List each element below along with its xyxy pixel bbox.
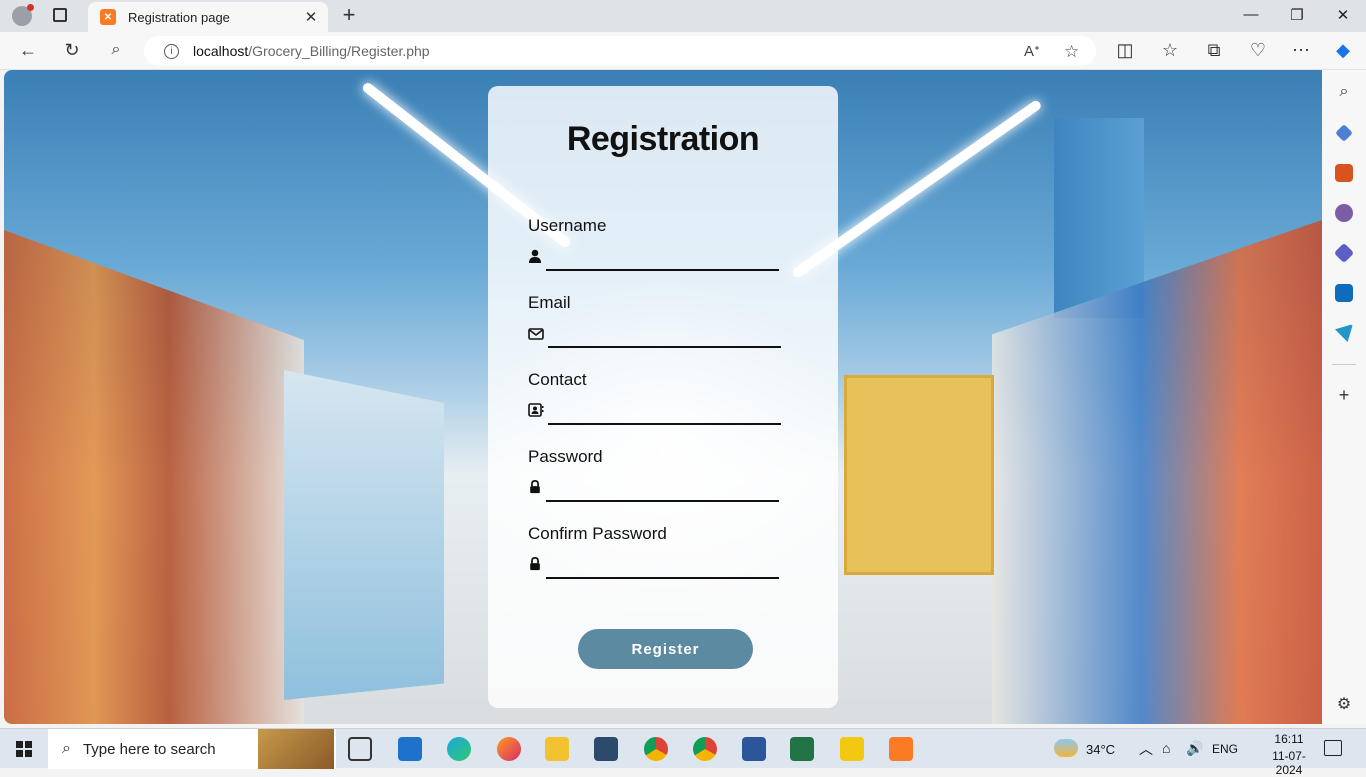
shopping-tag-icon[interactable] bbox=[1335, 124, 1353, 142]
minimize-button[interactable]: — bbox=[1241, 6, 1261, 23]
search-icon: ⌕ bbox=[62, 740, 71, 757]
browser-essentials-icon[interactable]: ♡ bbox=[1247, 40, 1269, 60]
notifications-icon[interactable] bbox=[1324, 740, 1342, 756]
address-toolbar: ← ↻ ⌕ i localhost/Grocery_Billing/Regist… bbox=[0, 32, 1366, 70]
display-stand bbox=[284, 370, 444, 700]
register-button[interactable]: Register bbox=[578, 629, 753, 669]
confirm-password-input[interactable] bbox=[548, 552, 778, 576]
lock-icon bbox=[530, 480, 540, 494]
clock-date[interactable]: 11-07-2024 bbox=[1262, 749, 1316, 777]
tab-registration[interactable]: ✕ Registration page ✕ bbox=[88, 2, 328, 32]
collections-icon[interactable]: ⧉ bbox=[1203, 40, 1225, 60]
edge-icon[interactable] bbox=[447, 737, 471, 761]
sidebar-search-icon[interactable]: ⌕ bbox=[1333, 82, 1355, 102]
chrome-profile-icon[interactable] bbox=[693, 737, 717, 761]
contact-label: Contact bbox=[528, 370, 587, 389]
site-info-icon[interactable]: i bbox=[164, 43, 179, 59]
email-input[interactable] bbox=[548, 321, 778, 345]
shelf-right bbox=[992, 220, 1322, 724]
password-label: Password bbox=[528, 447, 603, 466]
show-hidden-icons[interactable]: ︿ bbox=[1139, 739, 1153, 759]
start-button[interactable] bbox=[16, 741, 32, 757]
clock-time[interactable]: 16:11 bbox=[1262, 732, 1316, 746]
outlook-icon[interactable] bbox=[1335, 284, 1353, 302]
mail-icon[interactable] bbox=[398, 737, 422, 761]
power-bi-icon[interactable] bbox=[840, 737, 864, 761]
contact-card-icon bbox=[528, 403, 544, 417]
weather-icon[interactable] bbox=[1054, 739, 1078, 757]
split-screen-icon[interactable]: ◫ bbox=[1114, 40, 1136, 60]
add-sidebar-app-icon[interactable]: + bbox=[1333, 385, 1355, 405]
url-path: /Grocery_Billing/Register.php bbox=[248, 43, 430, 59]
address-bar[interactable]: i localhost/Grocery_Billing/Register.php… bbox=[144, 36, 1096, 66]
windows-taskbar: ⌕ Type here to search 34°C ︿ ⌂ 🔊 ENG 16:… bbox=[0, 728, 1366, 777]
copilot-icon[interactable]: ◆ bbox=[1332, 40, 1354, 60]
username-label: Username bbox=[528, 216, 607, 235]
page-title: Registration bbox=[566, 120, 760, 158]
restore-button[interactable]: ❐ bbox=[1287, 6, 1307, 24]
sidebar-settings-icon[interactable]: ⚙ bbox=[1333, 695, 1355, 715]
mysql-workbench-icon[interactable] bbox=[594, 737, 618, 761]
shelf-left bbox=[4, 230, 304, 724]
tab-strip: ✕ Registration page ✕ + — ❐ ✕ bbox=[0, 0, 1366, 32]
username-underline bbox=[546, 269, 779, 271]
password-input[interactable] bbox=[548, 475, 778, 499]
confirm-password-underline bbox=[546, 577, 779, 579]
xampp-icon: ✕ bbox=[100, 9, 116, 25]
close-window-button[interactable]: ✕ bbox=[1333, 6, 1353, 24]
new-tab-button[interactable]: + bbox=[338, 4, 360, 26]
registration-card: Registration Username Email Contact Pass… bbox=[488, 86, 838, 708]
lock-icon bbox=[530, 557, 540, 571]
user-icon bbox=[529, 249, 541, 263]
more-menu-icon[interactable]: ⋯ bbox=[1290, 40, 1312, 60]
firefox-icon[interactable] bbox=[497, 737, 521, 761]
task-view-icon[interactable] bbox=[348, 737, 372, 761]
password-underline bbox=[546, 500, 779, 502]
language-indicator[interactable]: ENG bbox=[1212, 742, 1238, 756]
refresh-icon[interactable]: ↻ bbox=[61, 40, 83, 60]
url-host: localhost bbox=[193, 43, 249, 59]
network-icon[interactable]: ⌂ bbox=[1162, 740, 1170, 756]
close-tab-icon[interactable]: ✕ bbox=[302, 8, 320, 26]
favorites-icon[interactable]: ☆ bbox=[1159, 40, 1181, 60]
email-underline bbox=[548, 346, 781, 348]
favorite-star-icon[interactable]: ☆ bbox=[1064, 42, 1079, 62]
volume-icon[interactable]: 🔊 bbox=[1186, 740, 1203, 757]
edge-sidebar: ⌕ + ⚙ bbox=[1322, 70, 1366, 724]
tab-title: Registration page bbox=[128, 9, 230, 25]
tab-actions-icon[interactable] bbox=[53, 8, 67, 22]
sidebar-divider bbox=[1332, 364, 1356, 365]
send-icon[interactable] bbox=[1335, 324, 1353, 342]
xampp-icon[interactable] bbox=[889, 737, 913, 761]
taskbar-search[interactable]: ⌕ Type here to search bbox=[48, 729, 336, 769]
tools-icon[interactable] bbox=[1335, 164, 1353, 182]
username-input[interactable] bbox=[548, 244, 778, 268]
search-placeholder: Type here to search bbox=[82, 740, 216, 758]
microsoft-365-icon[interactable] bbox=[1333, 242, 1355, 264]
chrome-icon[interactable] bbox=[644, 737, 668, 761]
search-icon[interactable]: ⌕ bbox=[105, 40, 127, 60]
notification-dot bbox=[27, 4, 34, 11]
file-explorer-icon[interactable] bbox=[545, 737, 569, 761]
word-icon[interactable] bbox=[742, 737, 766, 761]
read-aloud-icon[interactable]: Aᐩ bbox=[1024, 42, 1040, 60]
yellow-rack bbox=[844, 375, 994, 575]
email-label: Email bbox=[528, 293, 571, 312]
weather-temp[interactable]: 34°C bbox=[1086, 742, 1115, 757]
contact-input[interactable] bbox=[548, 398, 778, 422]
envelope-icon bbox=[528, 328, 544, 340]
contact-underline bbox=[548, 423, 781, 425]
search-highlight-image bbox=[258, 729, 334, 769]
excel-icon[interactable] bbox=[790, 737, 814, 761]
back-icon[interactable]: ← bbox=[17, 40, 39, 60]
games-icon[interactable] bbox=[1335, 204, 1353, 222]
confirm-password-label: Confirm Password bbox=[528, 524, 667, 543]
